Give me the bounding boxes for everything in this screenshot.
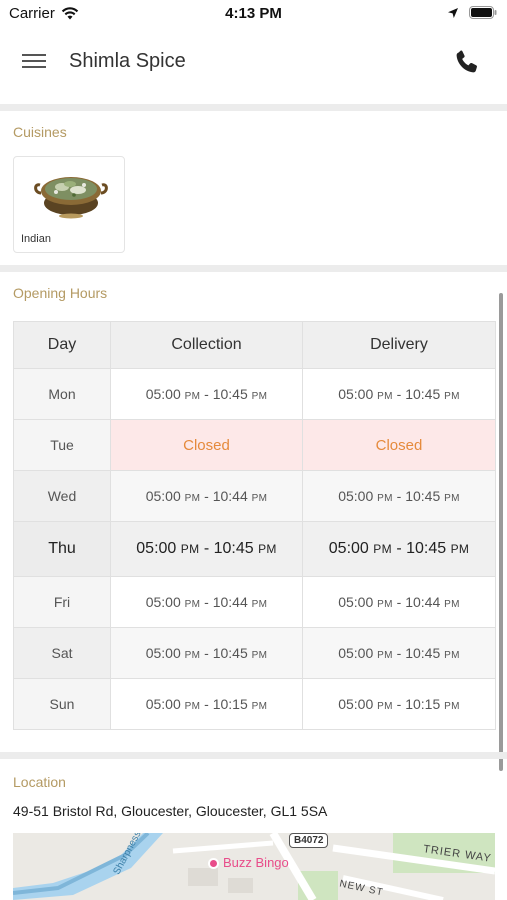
table-row-today: Thu 05:00 PM - 10:45 PM 05:00 PM - 10:45… [13, 521, 496, 577]
divider [0, 265, 507, 272]
collection-hours-cell: 05:00 PM - 10:45 PM [110, 521, 303, 577]
status-right [447, 6, 497, 19]
poi-marker-icon [208, 858, 219, 869]
day-cell: Mon [13, 368, 111, 420]
day-cell: Fri [13, 576, 111, 628]
opening-hours-label: Opening Hours [13, 285, 108, 301]
curry-dish-image [34, 177, 108, 219]
status-bar: Carrier 4:13 PM [0, 0, 507, 30]
cuisines-label: Cuisines [13, 124, 67, 140]
location-label: Location [13, 774, 66, 790]
collection-hours-cell: 05:00 PM - 10:44 PM [110, 470, 303, 522]
table-row: Sun 05:00 PM - 10:15 PM 05:00 PM - 10:15… [13, 678, 496, 730]
cuisine-name: Indian [21, 233, 51, 245]
day-cell: Thu [13, 521, 111, 577]
delivery-closed-cell: Closed [302, 419, 496, 471]
location-map[interactable]: B4072 Buzz Bingo TRIER WAY NEW ST Sharpn… [13, 833, 495, 900]
page-title: Shimla Spice [69, 50, 186, 72]
collection-hours-cell: 05:00 PM - 10:15 PM [110, 678, 303, 730]
road-badge: B4072 [289, 833, 329, 848]
day-cell: Wed [13, 470, 111, 522]
battery-icon [469, 6, 497, 19]
table-row: Mon 05:00 PM - 10:45 PM 05:00 PM - 10:45… [13, 368, 496, 420]
day-cell: Sat [13, 627, 111, 679]
collection-closed-cell: Closed [110, 419, 303, 471]
day-cell: Sun [13, 678, 111, 730]
collection-hours-cell: 05:00 PM - 10:45 PM [110, 368, 303, 420]
table-header-row: Day Collection Delivery [13, 321, 496, 369]
divider [0, 752, 507, 759]
address-text: 49-51 Bristol Rd, Gloucester, Gloucester… [13, 803, 328, 819]
nav-bar: Shimla Spice [0, 30, 507, 102]
delivery-hours-cell: 05:00 PM - 10:45 PM [302, 368, 496, 420]
table-row: Tue Closed Closed [13, 419, 496, 471]
delivery-hours-cell: 05:00 PM - 10:45 PM [302, 627, 496, 679]
column-header-day: Day [13, 321, 111, 369]
phone-icon[interactable] [453, 48, 481, 76]
collection-hours-cell: 05:00 PM - 10:44 PM [110, 576, 303, 628]
day-cell: Tue [13, 419, 111, 471]
status-time: 4:13 PM [225, 5, 282, 22]
location-arrow-icon [448, 7, 458, 18]
opening-hours-table: Day Collection Delivery Mon 05:00 PM - 1… [13, 321, 496, 730]
column-header-delivery: Delivery [302, 321, 496, 369]
hamburger-menu-icon[interactable] [22, 50, 48, 74]
delivery-hours-cell: 05:00 PM - 10:45 PM [302, 470, 496, 522]
poi-label: Buzz Bingo [223, 855, 289, 870]
table-row: Fri 05:00 PM - 10:44 PM 05:00 PM - 10:44… [13, 576, 496, 628]
column-header-collection: Collection [110, 321, 303, 369]
delivery-hours-cell: 05:00 PM - 10:44 PM [302, 576, 496, 628]
cuisine-card-indian[interactable]: Indian [13, 156, 125, 253]
delivery-hours-cell: 05:00 PM - 10:15 PM [302, 678, 496, 730]
divider [0, 104, 507, 111]
table-row: Wed 05:00 PM - 10:44 PM 05:00 PM - 10:45… [13, 470, 496, 522]
delivery-hours-cell: 05:00 PM - 10:45 PM [302, 521, 496, 577]
collection-hours-cell: 05:00 PM - 10:45 PM [110, 627, 303, 679]
table-row: Sat 05:00 PM - 10:45 PM 05:00 PM - 10:45… [13, 627, 496, 679]
scrollbar[interactable] [499, 293, 503, 771]
